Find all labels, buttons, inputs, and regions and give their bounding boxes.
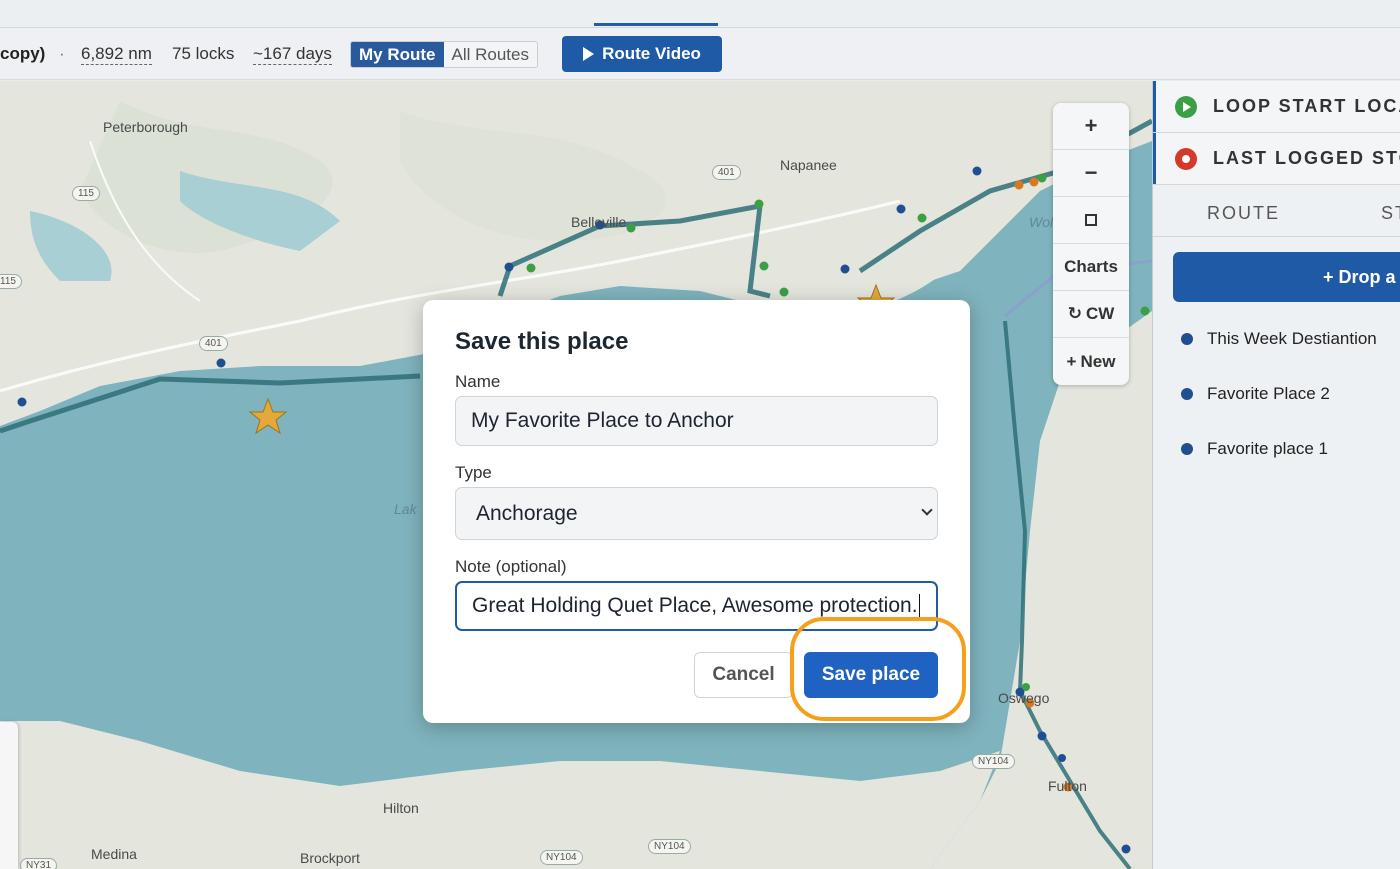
map-label-oswego: Oswego bbox=[998, 690, 1050, 706]
drop-pin-button[interactable]: + Drop a bbox=[1173, 252, 1400, 302]
left-panel-handle[interactable] bbox=[0, 722, 18, 869]
road-shield-115-west: 115 bbox=[0, 274, 22, 289]
map-label-belleville: Belleville bbox=[571, 214, 627, 230]
route-video-label: Route Video bbox=[602, 44, 701, 63]
last-logged-stop-row[interactable]: LAST LOGGED STO bbox=[1153, 133, 1400, 185]
highlight-annotation bbox=[790, 617, 966, 721]
map-label-napanee: Napanee bbox=[780, 157, 837, 173]
chevron-down-icon bbox=[921, 504, 933, 516]
name-field[interactable]: My Favorite Place to Anchor bbox=[455, 396, 938, 446]
route-duration: ~167 days bbox=[253, 44, 332, 65]
map-label-lake: Lak bbox=[394, 501, 417, 517]
road-shield-ny104-west: NY104 bbox=[540, 850, 583, 865]
route-video-button[interactable]: Route Video bbox=[562, 36, 722, 72]
plus-icon: + bbox=[1084, 113, 1098, 138]
road-shield-401-east: 401 bbox=[712, 165, 741, 180]
route-locks: 75 locks bbox=[172, 44, 235, 63]
zoom-in-button[interactable]: + bbox=[1053, 103, 1129, 150]
charts-label: Charts bbox=[1064, 257, 1118, 276]
tab-route[interactable]: ROUTE bbox=[1207, 203, 1280, 224]
sidebar: LOOP START LOCA LAST LOGGED STO ROUTE ST… bbox=[1152, 81, 1400, 869]
minus-icon: − bbox=[1084, 160, 1098, 185]
stats-separator: · bbox=[59, 44, 65, 63]
zoom-out-button[interactable]: − bbox=[1053, 150, 1129, 197]
charts-button[interactable]: Charts bbox=[1053, 244, 1129, 291]
loop-start-location-row[interactable]: LOOP START LOCA bbox=[1153, 81, 1400, 133]
all-routes-toggle[interactable]: All Routes bbox=[444, 42, 537, 67]
road-shield-115: 115 bbox=[72, 186, 100, 201]
new-place-button[interactable]: + New bbox=[1053, 338, 1129, 385]
place-name: Favorite place 1 bbox=[1207, 439, 1328, 458]
name-value: My Favorite Place to Anchor bbox=[471, 409, 734, 432]
road-shield-ny31: NY31 bbox=[20, 858, 58, 869]
list-item[interactable]: Favorite Place 2 bbox=[1181, 384, 1330, 404]
sidebar-tabs: ROUTE ST bbox=[1153, 185, 1400, 237]
type-label: Type bbox=[455, 463, 492, 482]
road-shield-ny104-mid: NY104 bbox=[648, 839, 691, 854]
note-label: Note (optional) bbox=[455, 557, 567, 576]
map-label-peterborough: Peterborough bbox=[103, 119, 188, 135]
loop-start-label: LOOP START LOCA bbox=[1213, 96, 1400, 116]
map-label-brockport: Brockport bbox=[300, 850, 360, 866]
cw-label: CW bbox=[1085, 304, 1115, 323]
fit-bounds-button[interactable] bbox=[1053, 197, 1129, 244]
play-icon bbox=[583, 47, 595, 61]
my-route-toggle[interactable]: My Route bbox=[351, 42, 444, 67]
plus-icon: + bbox=[1066, 351, 1077, 371]
route-scope-toggle: My Route All Routes bbox=[350, 41, 538, 68]
list-item[interactable]: This Week Destiantion bbox=[1181, 329, 1377, 349]
place-name: Favorite Place 2 bbox=[1207, 384, 1330, 403]
new-label: New bbox=[1080, 351, 1116, 371]
place-dot-icon bbox=[1181, 443, 1193, 455]
map-controls: + − Charts ↻ CW + New bbox=[1053, 103, 1129, 385]
route-stats-bar: copy) · 6,892 nm 75 locks ~167 days My R… bbox=[0, 28, 1400, 80]
map-label-medina: Medina bbox=[91, 846, 137, 862]
road-shield-401-west: 401 bbox=[199, 336, 228, 351]
map-label-fulton: Fulton bbox=[1048, 778, 1087, 794]
text-caret bbox=[918, 594, 920, 618]
place-name: This Week Destiantion bbox=[1207, 329, 1377, 348]
rotate-cw-icon: ↻ bbox=[1067, 304, 1082, 323]
active-tab-indicator bbox=[594, 23, 718, 26]
type-select[interactable]: Anchorage bbox=[455, 487, 938, 540]
dialog-title: Save this place bbox=[455, 328, 629, 355]
road-shield-ny104-east: NY104 bbox=[972, 754, 1015, 769]
top-tab-strip bbox=[0, 0, 1400, 28]
record-circle-icon bbox=[1175, 147, 1197, 170]
note-value: Great Holding Quet Place, Awesome protec… bbox=[472, 594, 918, 617]
place-dot-icon bbox=[1181, 333, 1193, 345]
list-item[interactable]: Favorite place 1 bbox=[1181, 439, 1328, 459]
square-icon bbox=[1085, 214, 1097, 226]
map-label-wolfe: Wol bbox=[1029, 214, 1054, 230]
type-value: Anchorage bbox=[476, 501, 578, 525]
route-distance: 6,892 nm bbox=[81, 44, 152, 65]
map-label-hilton: Hilton bbox=[383, 800, 419, 816]
route-title-fragment: copy) bbox=[0, 44, 46, 63]
cancel-button[interactable]: Cancel bbox=[694, 652, 793, 698]
play-circle-icon bbox=[1175, 95, 1197, 118]
tab-stops[interactable]: ST bbox=[1381, 203, 1400, 224]
direction-cw-button[interactable]: ↻ CW bbox=[1053, 291, 1129, 338]
place-dot-icon bbox=[1181, 388, 1193, 400]
name-label: Name bbox=[455, 372, 501, 391]
last-logged-label: LAST LOGGED STO bbox=[1213, 148, 1400, 168]
